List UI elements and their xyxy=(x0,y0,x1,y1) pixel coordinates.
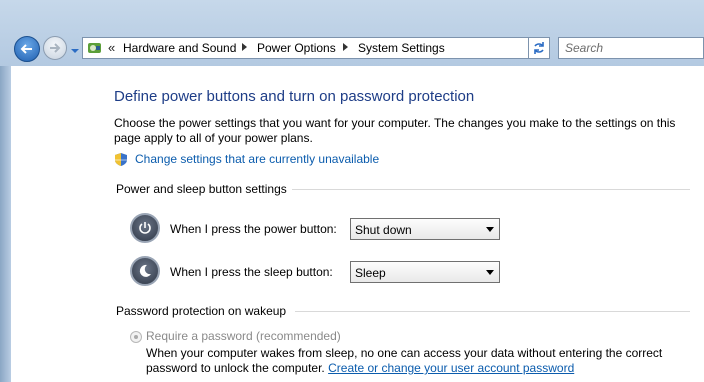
page-title: Define power buttons and turn on passwor… xyxy=(114,88,475,105)
power-sleep-section-heading: Power and sleep button settings xyxy=(116,182,287,196)
section-divider xyxy=(292,189,690,190)
sleep-button-icon xyxy=(130,256,160,286)
breadcrumb-overflow-icon[interactable]: « xyxy=(108,40,115,55)
search-input[interactable]: Search xyxy=(558,37,704,59)
chevron-down-icon xyxy=(71,49,79,53)
breadcrumb-power-options[interactable]: Power Options xyxy=(257,41,336,55)
require-password-radio[interactable] xyxy=(130,331,142,343)
account-password-link[interactable]: Create or change your user account passw… xyxy=(328,361,574,375)
power-button-icon xyxy=(130,213,160,243)
power-button-select[interactable]: Shut down xyxy=(350,218,500,240)
forward-arrow-icon xyxy=(50,43,61,53)
breadcrumb-separator-icon[interactable] xyxy=(343,43,348,51)
control-panel-icon xyxy=(88,43,101,53)
sleep-button-select[interactable]: Sleep xyxy=(350,261,500,283)
password-description-prefix: password to unlock the computer. xyxy=(146,361,325,375)
breadcrumb-hardware-and-sound[interactable]: Hardware and Sound xyxy=(123,41,236,55)
intro-text-line1: Choose the power settings that you want … xyxy=(114,116,676,130)
section-divider xyxy=(295,311,690,312)
password-description-line2: password to unlock the computer. Create … xyxy=(146,361,574,376)
change-settings-link[interactable]: Change settings that are currently unava… xyxy=(135,152,379,167)
intro-text-line2: page apply to all of your power plans. xyxy=(114,131,313,145)
refresh-button[interactable] xyxy=(528,37,550,59)
back-arrow-icon xyxy=(20,44,32,54)
window-left-frame xyxy=(0,66,11,382)
recent-pages-dropdown[interactable] xyxy=(70,43,80,53)
refresh-icon xyxy=(534,42,544,54)
shield-icon xyxy=(115,153,127,166)
breadcrumb-separator-icon[interactable] xyxy=(242,43,247,51)
require-password-label: Require a password (recommended) xyxy=(146,329,341,343)
address-bar[interactable]: « Hardware and Sound Power Options Syste… xyxy=(82,37,606,59)
password-description-line1: When your computer wakes from sleep, no … xyxy=(146,346,663,360)
sleep-button-label: When I press the sleep button: xyxy=(170,265,333,279)
password-section-heading: Password protection on wakeup xyxy=(116,304,287,318)
back-button[interactable] xyxy=(14,36,40,62)
power-button-label: When I press the power button: xyxy=(170,222,337,236)
forward-button[interactable] xyxy=(43,36,67,60)
breadcrumb-system-settings[interactable]: System Settings xyxy=(358,41,445,55)
